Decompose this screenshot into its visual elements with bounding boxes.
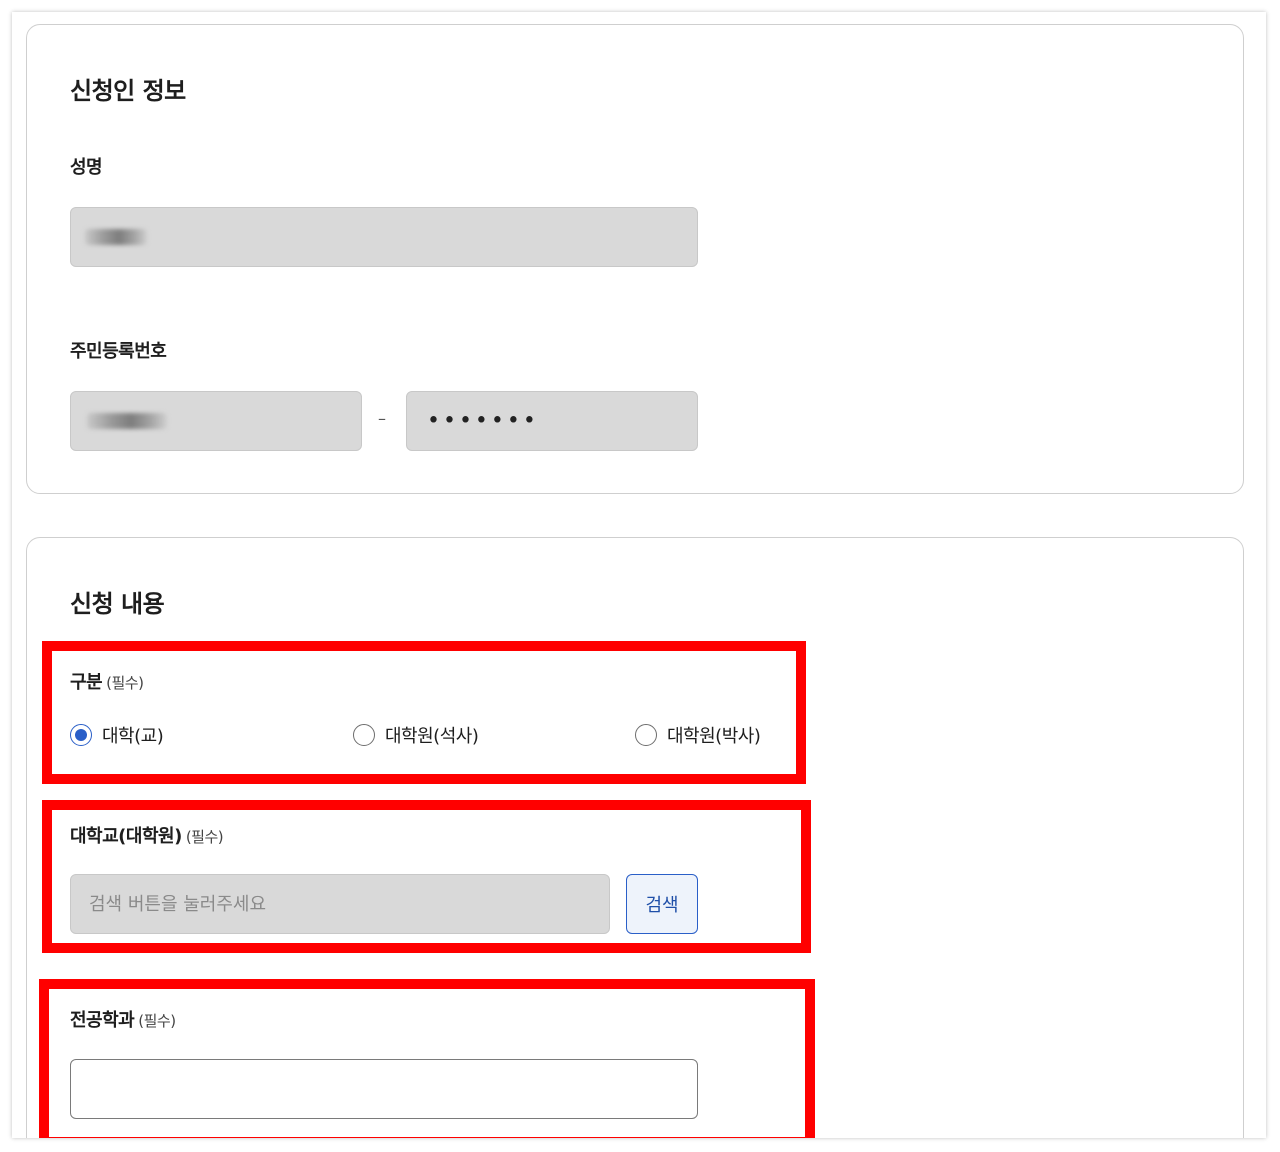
university-label-text: 대학교(대학원) [70,826,182,847]
name-field[interactable] [70,207,698,267]
applicant-info-card: 신청인 정보 성명 주민등록번호 – ••••••• [26,24,1244,494]
rrn-back-masked: ••••••• [427,408,539,434]
university-search-button[interactable]: 검색 [626,874,698,934]
application-section-title: 신청 내용 [70,590,165,618]
major-input[interactable] [70,1059,698,1119]
radio-masters-label: 대학원(석사) [385,726,479,747]
page-frame: 신청인 정보 성명 주민등록번호 – ••••••• 신청 내용 구분 (필수) … [12,12,1266,1138]
major-label-text: 전공학과 [70,1010,135,1031]
rrn-separator: – [378,409,386,428]
radio-unchecked-icon[interactable] [353,724,375,746]
category-label: 구분 (필수) [70,668,144,694]
rrn-label: 주민등록번호 [70,341,167,362]
radio-unchecked-icon[interactable] [635,724,657,746]
university-required: (필수) [185,828,224,846]
university-label: 대학교(대학원) (필수) [70,822,224,848]
radio-masters[interactable]: 대학원(석사) [353,722,479,748]
major-label: 전공학과 (필수) [70,1006,176,1032]
radio-doctorate-label: 대학원(박사) [667,726,761,747]
category-label-text: 구분 [70,672,103,693]
radio-university-label: 대학(교) [102,726,164,747]
radio-university[interactable]: 대학(교) [70,722,164,748]
major-required: (필수) [138,1012,176,1030]
rrn-back-field[interactable]: ••••••• [406,391,698,451]
redacted-name [85,229,147,245]
redacted-rrn-front [87,413,167,429]
rrn-front-field[interactable] [70,391,362,451]
radio-checked-icon[interactable] [70,724,92,746]
name-label: 성명 [70,157,103,178]
applicant-section-title: 신청인 정보 [70,77,186,105]
university-search-input[interactable] [70,874,610,934]
application-card: 신청 내용 구분 (필수) 대학(교) 대학원(석사) 대학원(박사) 대학교(대… [26,537,1244,1138]
radio-doctorate[interactable]: 대학원(박사) [635,722,761,748]
category-required: (필수) [106,674,144,692]
